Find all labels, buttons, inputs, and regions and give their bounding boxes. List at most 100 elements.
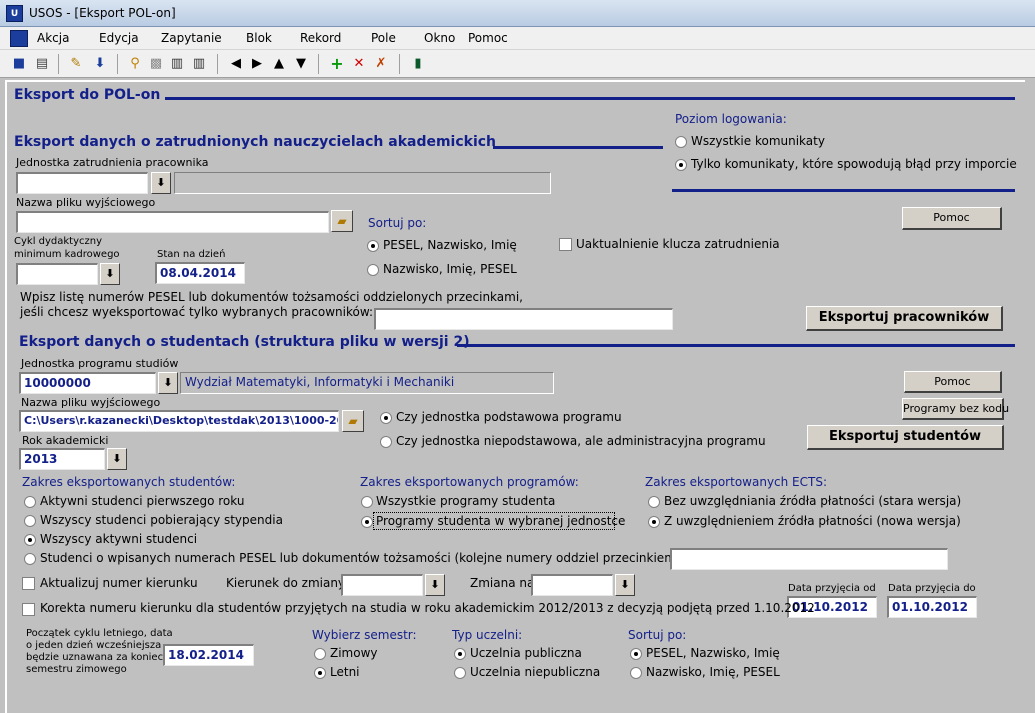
print-icon[interactable]: ▤: [33, 55, 51, 73]
date-to-input[interactable]: 01.10.2012: [887, 596, 977, 618]
filter-icon[interactable]: ⚲: [126, 55, 144, 73]
menu-edycja[interactable]: Edycja: [99, 31, 139, 45]
add-icon[interactable]: +: [328, 55, 346, 73]
staff-date-label: Stan na dzień: [157, 249, 226, 260]
staff-cycle-label-1: Cykl dydaktyczny: [14, 236, 103, 247]
correct-major-label: Korekta numeru kierunku dla studentów pr…: [40, 601, 815, 615]
menu-akcja[interactable]: Akcja: [37, 31, 69, 45]
programs-all-label: Wszystkie programy studenta: [376, 494, 556, 508]
scope-pesel-radio[interactable]: [24, 553, 36, 565]
staff-pesel-input[interactable]: [374, 308, 673, 330]
staff-date-input[interactable]: 08.04.2014: [155, 262, 245, 284]
logging-errors-label: Tylko komunikaty, które spowodują błąd p…: [691, 157, 1017, 171]
students-file-input[interactable]: C:\Users\r.kazanecki\Desktop\testdak\201…: [19, 410, 339, 432]
staff-sort-pesel-radio[interactable]: [367, 240, 379, 252]
date-from-label: Data przyjęcia od: [788, 583, 876, 594]
staff-folder-icon[interactable]: ▰: [331, 210, 353, 232]
unit-basic-label: Czy jednostka podstawowa programu: [396, 410, 622, 424]
ects-old-radio[interactable]: [648, 496, 660, 508]
uni-private-radio[interactable]: [454, 667, 466, 679]
staff-sort-name-label: Nazwisko, Imię, PESEL: [383, 262, 517, 276]
summer-date-input[interactable]: 18.02.2014: [163, 644, 254, 666]
students-unit-input[interactable]: 10000000: [19, 372, 156, 394]
programs-unit-label: Programy studenta w wybranej jednostce: [376, 514, 626, 528]
staff-update-key-checkbox[interactable]: [559, 238, 572, 251]
students-folder-icon[interactable]: ▰: [342, 410, 364, 432]
ects-new-radio[interactable]: [648, 516, 660, 528]
staff-sort-pesel-label: PESEL, Nazwisko, Imię: [383, 238, 517, 252]
clear-record-icon[interactable]: ✗: [372, 55, 390, 73]
update-major-checkbox[interactable]: [22, 577, 35, 590]
staff-unit-lov-button[interactable]: ⬇: [151, 172, 171, 194]
major-change-lov-button[interactable]: ⬇: [425, 574, 445, 596]
bars-icon[interactable]: ▥: [168, 55, 186, 73]
down-icon[interactable]: ▼: [292, 55, 310, 73]
students-sort-pesel-label: PESEL, Nazwisko, Imię: [646, 646, 780, 660]
logging-all-radio[interactable]: [675, 136, 687, 148]
export-students-button[interactable]: Eksportuj studentów: [807, 425, 1004, 450]
programs-unit-radio[interactable]: [361, 516, 373, 528]
edit-icon[interactable]: ✎: [67, 55, 85, 73]
semester-winter-radio[interactable]: [314, 648, 326, 660]
staff-cycle-input[interactable]: [16, 263, 98, 285]
save-icon[interactable]: ■: [10, 55, 28, 73]
correct-major-checkbox[interactable]: [22, 603, 35, 616]
scope-first-year-radio[interactable]: [24, 496, 36, 508]
major-change-input[interactable]: [341, 574, 423, 596]
summer-label-3: będzie uznawana za koniec: [26, 652, 164, 663]
download-icon[interactable]: ⬇: [91, 55, 109, 73]
export-staff-button[interactable]: Eksportuj pracowników: [806, 306, 1003, 331]
up-icon[interactable]: ▲: [270, 55, 288, 73]
menu-blok[interactable]: Blok: [246, 31, 272, 45]
staff-unit-input[interactable]: [16, 172, 148, 194]
change-to-lov-button[interactable]: ⬇: [615, 574, 635, 596]
summer-label-2: o jeden dzień wcześniejsza: [26, 640, 162, 651]
students-sort-name-label: Nazwisko, Imię, PESEL: [646, 665, 780, 679]
ects-new-label: Z uwzględnieniem źródła płatności (nowa …: [664, 514, 961, 528]
logging-title: Poziom logowania:: [675, 112, 787, 126]
uni-public-radio[interactable]: [454, 648, 466, 660]
date-to-label: Data przyjęcia do: [888, 583, 976, 594]
exit-icon[interactable]: ▮: [409, 55, 427, 73]
update-major-label: Aktualizuj numer kierunku: [40, 576, 198, 590]
staff-help-button[interactable]: Pomoc: [902, 207, 1002, 230]
scope-scholarship-radio[interactable]: [24, 515, 36, 527]
menu-zapytanie[interactable]: Zapytanie: [161, 31, 222, 45]
students-unit-name: Wydział Matematyki, Informatyki i Mechan…: [180, 372, 554, 394]
staff-unit-label: Jednostka zatrudnienia pracownika: [16, 156, 209, 169]
programs-no-code-button[interactable]: Programy bez kodu: [902, 398, 1009, 420]
unit-basic-radio[interactable]: [380, 412, 392, 424]
students-sort-name-radio[interactable]: [630, 667, 642, 679]
scope-active-radio[interactable]: [24, 534, 36, 546]
window-title: USOS - [Eksport POL-on]: [29, 6, 176, 20]
programs-all-radio[interactable]: [361, 496, 373, 508]
bars2-icon[interactable]: ▥: [190, 55, 208, 73]
delete-icon[interactable]: ✕: [350, 55, 368, 73]
change-to-label: Zmiana na: [470, 576, 535, 590]
staff-file-input[interactable]: [16, 211, 329, 233]
year-input[interactable]: 2013: [19, 448, 105, 470]
logging-all-label: Wszystkie komunikaty: [691, 134, 825, 148]
summer-label-1: Początek cyklu letniego, data: [26, 628, 173, 639]
prev-icon[interactable]: ◀: [227, 55, 245, 73]
clear-icon[interactable]: ▩: [147, 55, 165, 73]
year-lov-button[interactable]: ⬇: [107, 448, 127, 470]
menu-bar: Akcja Edycja Zapytanie Blok Rekord Pole …: [0, 27, 1035, 50]
staff-cycle-lov-button[interactable]: ⬇: [100, 263, 120, 285]
menu-okno[interactable]: Okno: [424, 31, 455, 45]
semester-summer-radio[interactable]: [314, 667, 326, 679]
menu-pole[interactable]: Pole: [371, 31, 396, 45]
change-to-input[interactable]: [531, 574, 613, 596]
staff-sort-name-radio[interactable]: [367, 264, 379, 276]
next-icon[interactable]: ▶: [248, 55, 266, 73]
students-help-button[interactable]: Pomoc: [904, 371, 1002, 393]
unit-admin-radio[interactable]: [380, 436, 392, 448]
menu-rekord[interactable]: Rekord: [300, 31, 341, 45]
students-unit-lov-button[interactable]: ⬇: [158, 372, 178, 394]
menu-pomoc[interactable]: Pomoc: [468, 31, 508, 45]
logging-errors-radio[interactable]: [675, 159, 687, 171]
scope-pesel-input[interactable]: [670, 548, 948, 570]
unit-admin-label: Czy jednostka niepodstawowa, ale adminis…: [396, 434, 766, 448]
students-sort-pesel-radio[interactable]: [630, 648, 642, 660]
toolbar: ■ ▤ ✎ ⬇ ⚲ ▩ ▥ ▥ ◀ ▶ ▲ ▼ + ✕ ✗ ▮: [0, 50, 1035, 78]
